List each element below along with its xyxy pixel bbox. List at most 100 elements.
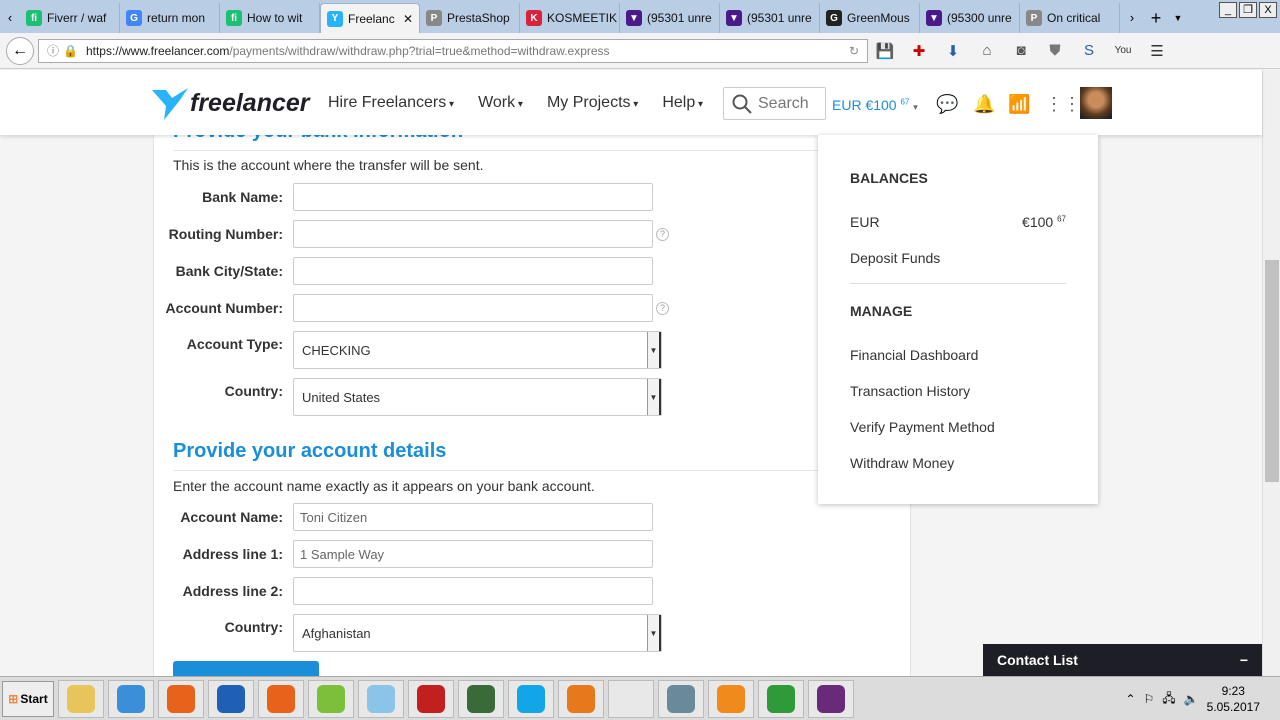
tray-expand-icon[interactable]: ⌃ (1125, 692, 1135, 706)
transaction-history-link[interactable]: Transaction History (850, 383, 1066, 399)
financial-dashboard-link[interactable]: Financial Dashboard (850, 347, 1066, 363)
taskbar-app-button[interactable] (808, 679, 854, 718)
taskbar-app-button[interactable] (608, 679, 654, 718)
save-icon[interactable]: 💾 (868, 42, 902, 60)
tab-scroll-left-button[interactable]: ‹ (0, 3, 20, 33)
account-country-select[interactable]: Afghanistan ▼ (293, 614, 662, 652)
account-type-select[interactable]: CHECKING ▼ (293, 331, 662, 369)
help-icon[interactable]: ? (656, 227, 669, 241)
tab-title: Freelanc (348, 11, 395, 26)
routing-number-input[interactable] (293, 220, 653, 248)
browser-tab[interactable]: ▼ (95301 unre (720, 3, 820, 33)
page-scrollbar[interactable] (1262, 70, 1280, 676)
browser-tab[interactable]: P On critical (1020, 3, 1120, 33)
main-menu: Hire Freelancers Work My Projects Help (328, 94, 703, 112)
browser-tab[interactable]: Y Freelanc ✕ (320, 3, 420, 33)
search-placeholder: Search (758, 94, 809, 112)
account-number-input[interactable] (293, 294, 653, 322)
close-tab-icon[interactable]: ✕ (403, 12, 413, 26)
menu-hire-freelancers[interactable]: Hire Freelancers (328, 94, 454, 112)
browser-tab[interactable]: P PrestaShop (420, 3, 520, 33)
taskbar-app-button[interactable] (558, 679, 604, 718)
taskbar-app-button[interactable] (508, 679, 554, 718)
minimize-icon[interactable]: − (1240, 652, 1248, 668)
browser-tab[interactable]: fi Fiverr / waf (20, 3, 120, 33)
taskbar-app-button[interactable] (158, 679, 204, 718)
routing-number-row: Routing Number:? (154, 220, 669, 248)
withdraw-money-link[interactable]: Withdraw Money (850, 455, 1066, 471)
start-button[interactable]: ⊞ Start (2, 680, 54, 717)
logo-bird-icon (152, 88, 188, 120)
youtube-icon[interactable]: You (1106, 45, 1140, 56)
taskbar-app-button[interactable] (708, 679, 754, 718)
scrollbar-thumb[interactable] (1265, 260, 1279, 482)
user-avatar[interactable] (1080, 87, 1112, 119)
reload-icon[interactable]: ↻ (849, 44, 859, 58)
flag-icon[interactable]: ⚐ (1144, 692, 1155, 706)
bank-city-input[interactable] (293, 257, 653, 285)
menu-my-projects[interactable]: My Projects (547, 94, 638, 112)
home-icon[interactable]: ⌂ (970, 42, 1004, 59)
browser-tab[interactable]: K KOSMEETIK (520, 3, 620, 33)
ublock-icon[interactable]: ⛊ (1038, 42, 1072, 59)
freelancer-logo[interactable]: freelancer (152, 86, 310, 120)
volume-icon[interactable]: 🔈 (1184, 692, 1199, 706)
address-line-1-input[interactable]: 1 Sample Way (293, 540, 653, 568)
notifications-bell-icon[interactable]: 🔔 (973, 94, 995, 115)
taskbar-app-button[interactable] (108, 679, 154, 718)
tab-list-dropdown-button[interactable]: ▼ (1168, 3, 1188, 33)
balance-dropdown-toggle[interactable]: EUR €100 67 ▾ (832, 97, 918, 113)
close-window-button[interactable]: X (1259, 2, 1277, 18)
restore-button[interactable]: ❐ (1239, 2, 1257, 18)
first-aid-icon[interactable]: ✚ (902, 42, 936, 60)
deposit-funds-link[interactable]: Deposit Funds (850, 250, 1066, 266)
browser-tab[interactable]: Greturn mon (120, 3, 220, 33)
taskbar-app-button[interactable] (758, 679, 804, 718)
bank-city-row: Bank City/State: (154, 257, 653, 285)
pocket-icon[interactable]: ◙ (1004, 42, 1038, 59)
tab-title: How to wit (247, 11, 303, 25)
back-button[interactable]: ← (6, 36, 34, 65)
bank-name-input[interactable] (293, 183, 653, 211)
address-line-2-input[interactable] (293, 577, 653, 605)
browser-tab[interactable]: G GreenMous (820, 3, 920, 33)
new-tab-button[interactable]: + (1144, 3, 1168, 33)
bank-country-select[interactable]: United States ▼ (293, 378, 662, 416)
menu-work[interactable]: Work (478, 94, 523, 112)
routing-number-label: Routing Number: (168, 226, 283, 242)
taskbar-app-button[interactable] (258, 679, 304, 718)
taskbar-app-button[interactable] (458, 679, 504, 718)
balances-heading: BALANCES (850, 170, 928, 186)
taskbar-app-button[interactable] (408, 679, 454, 718)
browser-tab[interactable]: ▼ (95301 unre (620, 3, 720, 33)
address-bar[interactable]: ⓘ 🔒 https://www.freelancer.com/payments/… (38, 38, 868, 63)
dropdown-arrow-icon: ▼ (647, 379, 661, 415)
taskbar-app-button[interactable] (308, 679, 354, 718)
updates-feed-icon[interactable]: 📶 (1008, 94, 1030, 115)
search-input[interactable]: Search (723, 87, 826, 120)
tab-favicon-icon: G (826, 10, 842, 26)
taskbar-app-button[interactable] (658, 679, 704, 718)
skype-icon[interactable]: S (1072, 42, 1106, 59)
balance-dropdown-menu: BALANCES EUR €100 67 Deposit Funds MANAGE… (818, 135, 1098, 504)
verify-payment-method-link[interactable]: Verify Payment Method (850, 419, 1066, 435)
hamburger-menu-icon[interactable]: ☰ (1140, 42, 1174, 60)
menu-help[interactable]: Help (662, 94, 703, 112)
network-icon[interactable]: 🖧 (1162, 689, 1175, 710)
tab-scroll-right-button[interactable]: › (1120, 3, 1144, 33)
taskbar-app-button[interactable] (58, 679, 104, 718)
browser-tab[interactable]: ▼ (95300 unre (920, 3, 1020, 33)
dropdown-arrow-icon: ▼ (647, 615, 661, 651)
taskbar-app-button[interactable] (208, 679, 254, 718)
download-icon[interactable]: ⬇ (936, 42, 970, 60)
account-name-input[interactable]: Toni Citizen (293, 503, 653, 531)
taskbar-app-button[interactable] (358, 679, 404, 718)
contact-list-bar[interactable]: Contact List − (983, 644, 1262, 676)
browser-tab[interactable]: fi How to wit (220, 3, 320, 33)
clock[interactable]: 9:23 5.05.2017 (1207, 683, 1260, 715)
tab-title: return mon (147, 11, 206, 25)
address-line-1-label: Address line 1: (182, 546, 283, 562)
help-icon[interactable]: ? (656, 301, 669, 315)
minimize-button[interactable]: _ (1219, 2, 1237, 18)
messages-icon[interactable]: 💬 (936, 94, 958, 115)
